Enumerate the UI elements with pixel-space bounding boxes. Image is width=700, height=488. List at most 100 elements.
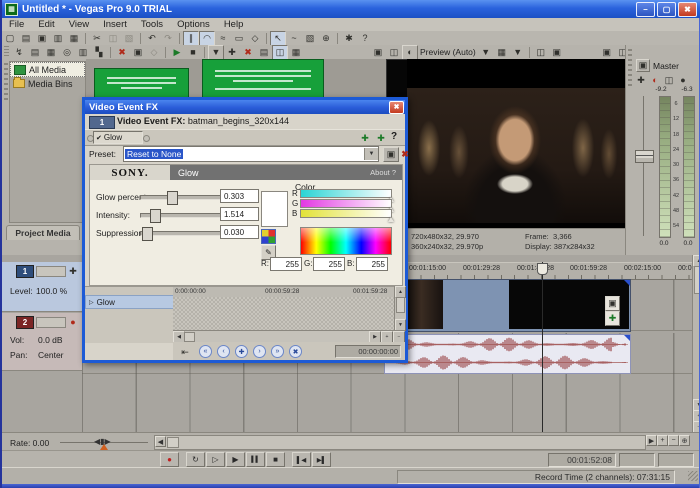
save-snapshot-icon[interactable]: ▣ [549,45,565,60]
prev-keyframe-icon[interactable]: ‹ [217,345,230,358]
master-bus-icon[interactable]: ▣ [636,59,650,72]
mixer-properties-icon[interactable]: ▣ [599,45,615,60]
menu-insert[interactable]: Insert [96,19,134,30]
last-keyframe-icon[interactable]: » [271,345,284,358]
envelope-edit-tool-icon[interactable]: ~ [286,31,302,46]
audio-event[interactable] [384,334,631,374]
preview-properties-icon[interactable]: ▣ [370,45,386,60]
zoom-edit-tool-icon[interactable]: ⊕ [318,31,334,46]
media-fx-icon[interactable]: ▣ [130,45,146,60]
trimmer-play-icon[interactable]: ▶ [169,45,185,60]
preview-quality-dropdown-icon[interactable]: ▼ [478,45,494,60]
preset-combobox[interactable]: Reset to None ▼ [123,146,379,162]
save-project-icon[interactable]: ▣ [34,31,50,46]
timeline-ruler[interactable]: 00:01:15:00 00:01:29:28 00:01:44:28 00:0… [407,262,692,280]
interactive-tutorials-icon[interactable]: ✱ [341,31,357,46]
b-value-field[interactable]: 255 [356,257,388,271]
vol-value[interactable]: 0.0 dB [38,335,63,345]
split-screen-view-icon[interactable]: ◫ [386,45,402,60]
cursor-timecode[interactable]: 00:01:52:08 [548,453,616,467]
project-properties-icon[interactable]: ▥ [50,31,66,46]
keyframe-row-glow[interactable]: ▷ Glow [85,295,175,309]
paste-icon[interactable]: ▧ [121,31,137,46]
preview-quality-label[interactable]: Preview (Auto) [420,47,476,57]
video-event[interactable]: ▣ ✚ [384,279,631,332]
pan-crop-icon[interactable]: ▣ [605,296,620,311]
scroll-right-icon[interactable]: ▶ [646,435,657,446]
r-value-field[interactable]: 255 [270,257,302,271]
about-link[interactable]: About ? [370,168,396,177]
slider-thumb[interactable] [167,191,178,205]
pan-value[interactable]: Center [38,350,64,360]
redo-icon[interactable]: ↷ [160,31,176,46]
glow-percent-value[interactable]: 0.303 [220,189,259,203]
lock-envelopes-icon[interactable]: ▭ [231,31,247,46]
kf-vscroll-thumb[interactable] [396,297,405,313]
tab-project-media[interactable]: Project Media [6,225,80,240]
hscroll-thumb[interactable] [167,437,179,448]
menu-help[interactable]: Help [217,19,251,30]
mixer-grip[interactable] [628,49,632,89]
menu-tools[interactable]: Tools [134,19,170,30]
plugin-chain-icon[interactable]: ✚ [373,131,389,146]
trimmer-add-icon[interactable]: ✚ [224,45,240,60]
video-track-fader[interactable] [36,266,66,277]
media-properties-icon[interactable]: ▥ [75,45,91,60]
go-to-start-button[interactable]: ▌◀ [292,452,311,467]
views-icon[interactable]: ▚ [91,45,107,60]
first-keyframe-icon[interactable]: « [199,345,212,358]
playhead-marker[interactable] [537,263,548,275]
palette-icon[interactable] [261,229,276,244]
copy-icon[interactable]: ◫ [105,31,121,46]
intensity-value[interactable]: 1.514 [220,207,259,221]
zoom-out-time-icon[interactable]: − [668,435,679,446]
sync-cursor-icon[interactable]: ⇤ [177,345,193,360]
timeline-hscrollbar[interactable]: ◀ [154,435,646,450]
open-project-icon[interactable]: ▤ [18,31,34,46]
auto-crossfades-icon[interactable]: ◠ [199,31,215,46]
slider-thumb[interactable] [142,227,153,241]
add-plugin-icon[interactable]: ✚ [357,131,373,146]
glow-percent-slider[interactable] [140,195,222,200]
panel-grip[interactable] [4,63,8,103]
selection-start-field[interactable] [619,453,655,467]
next-keyframe-icon[interactable]: › [253,345,266,358]
suppression-slider[interactable] [140,231,222,236]
trimmer-save-icon[interactable]: ▤ [256,45,272,60]
ignore-grouping-icon[interactable]: ◇ [247,31,263,46]
stop-button[interactable]: ■ [266,452,285,467]
whats-this-help-icon[interactable]: ? [357,31,373,46]
media-select-icon[interactable]: ◇ [146,45,162,60]
suppression-value[interactable]: 0.030 [220,225,259,239]
auto-preview-icon[interactable]: ↯ [11,45,27,60]
close-button[interactable]: ✖ [678,2,697,17]
dialog-close-icon[interactable]: ✖ [389,101,404,114]
preview-quality-icon[interactable]: ◐ [402,45,418,60]
pause-button[interactable]: ▌▌ [246,452,265,467]
menu-view[interactable]: View [62,19,96,30]
dialog-title-bar[interactable]: Video Event FX ✖ [85,100,405,114]
scroll-left-icon[interactable]: ◀ [155,436,166,447]
audio-track-fader[interactable] [36,317,66,328]
render-as-icon[interactable]: ▦ [66,31,82,46]
intensity-slider[interactable] [140,213,222,218]
audio-track-number[interactable]: 2 [16,316,34,329]
selection-edit-tool-icon[interactable]: ▧ [302,31,318,46]
trimmer-stop-icon[interactable]: ■ [185,45,201,60]
tree-item-media-bins[interactable]: Media Bins [10,77,85,90]
trimmer-delete-icon[interactable]: ✖ [240,45,256,60]
color-spectrum-picker[interactable] [300,227,392,255]
normal-edit-tool-icon[interactable]: ↖ [270,31,286,46]
new-project-icon[interactable]: ▢ [2,31,18,46]
remove-media-icon[interactable]: ✖ [114,45,130,60]
kf-hscroll-thumb[interactable] [184,332,195,342]
delete-preset-icon[interactable]: ✖ [397,147,413,162]
video-track-header[interactable]: 1 ✚ Level: 100.0 % [2,262,83,312]
combo-dropdown-icon[interactable]: ▼ [364,148,378,160]
copy-snapshot-icon[interactable]: ◫ [533,45,549,60]
menu-options[interactable]: Options [170,19,217,30]
level-value[interactable]: 100.0 % [36,286,67,296]
insert-fx-icon[interactable]: ✚ [634,73,648,88]
g-value-field[interactable]: 255 [313,257,345,271]
import-media-icon[interactable]: ▤ [27,45,43,60]
